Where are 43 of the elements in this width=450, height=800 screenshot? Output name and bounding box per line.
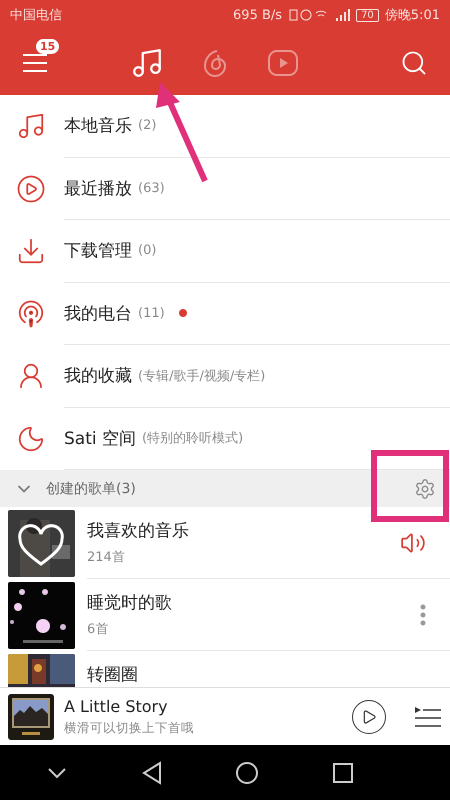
back-icon[interactable] bbox=[140, 760, 163, 784]
play-button[interactable] bbox=[352, 700, 386, 734]
menu-item-label[interactable]: 最近播放 bbox=[64, 176, 132, 200]
status-icons bbox=[288, 8, 328, 22]
search-icon bbox=[400, 48, 428, 76]
song-count: 6首 bbox=[87, 621, 110, 638]
playlist-icon bbox=[414, 704, 442, 728]
notification-count: 15 bbox=[36, 38, 60, 54]
playlist-name[interactable]: 我喜欢的音乐 bbox=[87, 519, 400, 542]
item-count: (专辑/歌手/视频/专栏) bbox=[138, 368, 266, 385]
more-icon bbox=[420, 604, 426, 626]
item-count: (0) bbox=[138, 243, 156, 258]
menu-icon bbox=[22, 52, 50, 74]
item-count: (63) bbox=[138, 180, 165, 196]
menu-item-label[interactable]: 我的电台 bbox=[64, 302, 132, 325]
playlist-name[interactable]: 睡觉时的歌 bbox=[87, 591, 420, 614]
signal-icon bbox=[334, 8, 350, 22]
chevron-down-icon[interactable] bbox=[46, 766, 68, 780]
play-circle-icon bbox=[16, 174, 46, 204]
menu-item-label[interactable]: 我的收藏 bbox=[64, 364, 132, 388]
network-speed: 695 B/s bbox=[233, 8, 282, 22]
recent-apps-icon[interactable] bbox=[332, 762, 354, 784]
swipe-hint: 横滑可以切换上下首哦 bbox=[64, 720, 195, 736]
carrier-name: 中国电信 bbox=[10, 7, 62, 24]
song-title: A Little Story bbox=[64, 696, 169, 716]
section-title: 创建的歌单(3) bbox=[46, 480, 137, 498]
settings-button[interactable] bbox=[414, 478, 436, 500]
playlist-name[interactable]: 转圈圈 bbox=[87, 663, 426, 686]
play-icon bbox=[361, 708, 377, 724]
playlist-button[interactable] bbox=[414, 704, 442, 728]
song-count: 214首 bbox=[87, 549, 126, 566]
menu-item-label[interactable]: 下载管理 bbox=[64, 239, 132, 262]
podcast-icon bbox=[16, 298, 46, 329]
menu-item-label[interactable]: 本地音乐 bbox=[64, 114, 132, 138]
menu-item-label[interactable]: Sati 空间 bbox=[64, 426, 136, 450]
more-button[interactable] bbox=[420, 604, 426, 626]
battery-level: 70 bbox=[356, 8, 379, 22]
home-icon[interactable] bbox=[235, 760, 260, 784]
settings-icon bbox=[414, 478, 436, 500]
item-count: (2) bbox=[138, 118, 156, 134]
item-count: (特别的聆听模式) bbox=[142, 430, 244, 448]
clock-time: 傍晚5:01 bbox=[384, 7, 440, 24]
item-count: (11) bbox=[138, 306, 165, 321]
